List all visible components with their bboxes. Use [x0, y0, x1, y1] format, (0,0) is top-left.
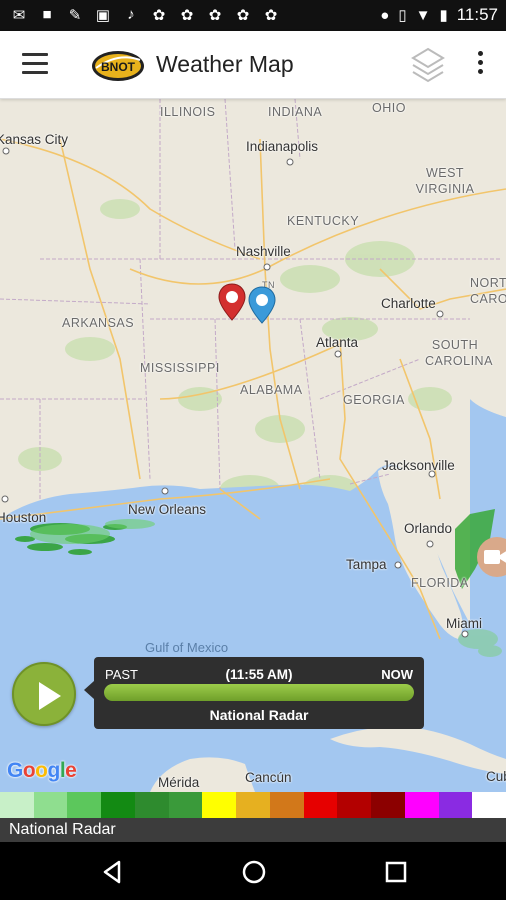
state-label: ILLINOIS: [160, 105, 216, 119]
legend-swatch: [67, 792, 102, 818]
image-icon: ▣: [95, 7, 111, 24]
city-label: Jacksonville: [382, 458, 455, 473]
timeline-panel: PAST (11:55 AM) NOW National Radar: [84, 657, 424, 729]
video-icon: ■: [42, 6, 52, 23]
radar-color-legend: [0, 792, 506, 818]
city-label: Orlando: [404, 521, 453, 536]
legend-swatch: [303, 792, 338, 818]
city-label: Indianapolis: [246, 139, 319, 154]
location-icon: ●: [380, 6, 390, 24]
play-button[interactable]: [12, 662, 76, 726]
city-label: New Orleans: [128, 502, 207, 517]
menu-icon[interactable]: [22, 53, 48, 75]
legend-swatch: [202, 792, 237, 818]
play-icon: [39, 682, 61, 710]
legend-swatch: [337, 792, 372, 818]
state-label: WEST VIRGINIA: [415, 166, 475, 196]
city-label: Cancún: [245, 770, 292, 785]
legend-swatch: [33, 792, 68, 818]
timeline-progress: [104, 684, 414, 701]
nbc-icon: ✿: [236, 7, 250, 24]
city-label: Nashville: [236, 244, 291, 259]
google-attribution: Google: [7, 759, 77, 782]
wifi-icon: ▼: [415, 6, 431, 24]
city-label: Charlotte: [381, 296, 436, 311]
location-pin-red[interactable]: [218, 283, 246, 321]
wrench-icon: ✎: [68, 7, 82, 24]
recents-icon[interactable]: [382, 858, 410, 886]
legend-swatch: [236, 792, 270, 818]
city-label: Cuba: [486, 769, 506, 784]
timeline-layer-name: National Radar: [209, 707, 309, 723]
city-label: Tampa: [346, 557, 387, 572]
home-icon[interactable]: [240, 858, 268, 886]
system-icons: ● ▯ ▼ ▮ 11:57: [380, 5, 498, 25]
legend-swatch: [101, 792, 135, 818]
timeline-slider[interactable]: [104, 684, 414, 701]
location-pin-blue[interactable]: [248, 286, 276, 324]
state-label: INDIANA: [268, 105, 323, 119]
timeline-now-label: NOW: [381, 667, 413, 682]
legend-label: National Radar: [9, 821, 116, 838]
mic-icon: ♪: [127, 6, 135, 23]
water-label: Gulf of Mexico: [145, 640, 229, 655]
notification-icons: ✉ ■ ✎ ▣ ♪ ✿ ✿ ✿ ✿ ✿: [10, 6, 280, 24]
mail-icon: ✉: [12, 7, 26, 24]
state-label: GEORGIA: [343, 393, 405, 407]
state-label: SOUTH CAROLINA: [425, 338, 493, 368]
timeline-time: (11:55 AM): [225, 667, 293, 682]
legend-label-bar: National Radar: [0, 818, 506, 842]
more-options-icon[interactable]: [470, 51, 490, 81]
city-label: Kansas City: [0, 132, 69, 147]
nbc-icon: ✿: [264, 7, 278, 24]
legend-swatch: [404, 792, 439, 818]
legend-swatch: [0, 792, 34, 818]
state-label: KENTUCKY: [287, 214, 360, 228]
clock: 11:57: [456, 5, 498, 24]
state-label: NORTH CAROLINA: [470, 276, 506, 306]
city-label: Atlanta: [316, 335, 359, 350]
page-title: Weather Map: [156, 51, 294, 77]
nbc-icon: ✿: [180, 7, 194, 24]
legend-swatch: [269, 792, 304, 818]
app-bar: BNOT Weather Map: [0, 31, 506, 99]
state-label: OHIO: [372, 101, 406, 115]
state-label: FLORIDA: [411, 576, 469, 590]
navigation-bar: [0, 842, 506, 900]
legend-swatch: [472, 792, 506, 818]
vibrate-icon: ▯: [398, 7, 407, 24]
city-label: Miami: [446, 616, 482, 631]
layers-icon[interactable]: [410, 45, 446, 85]
legend-swatch: [438, 792, 473, 818]
state-label: MISSISSIPPI: [140, 361, 220, 375]
city-label: Houston: [0, 510, 47, 525]
city-label: Mérida: [158, 775, 200, 790]
status-bar: ✉ ■ ✎ ▣ ♪ ✿ ✿ ✿ ✿ ✿ ● ▯ ▼ ▮ 11:57: [0, 0, 506, 31]
camera-icon: [484, 550, 506, 564]
back-icon[interactable]: [99, 858, 127, 886]
state-label: ARKANSAS: [62, 316, 135, 330]
legend-swatch: [371, 792, 405, 818]
legend-swatch: [168, 792, 203, 818]
app-logo: BNOT: [92, 51, 144, 81]
nbc-icon: ✿: [152, 7, 166, 24]
state-label: ALABAMA: [240, 383, 303, 397]
legend-swatch: [134, 792, 169, 818]
nbc-icon: ✿: [208, 7, 222, 24]
battery-icon: ▮: [439, 7, 448, 24]
logo-text: BNOT: [101, 60, 136, 74]
